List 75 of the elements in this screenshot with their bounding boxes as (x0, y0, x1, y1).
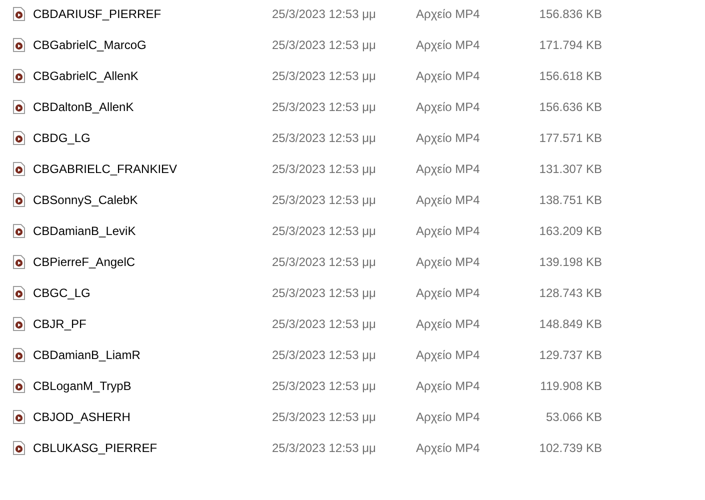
file-type: Αρχείο MP4 (416, 378, 481, 392)
file-type: Αρχείο MP4 (416, 6, 481, 20)
file-size: 129.737 KB (538, 348, 602, 362)
date-modified: 25/3/2023 12:53 μμ (272, 38, 377, 52)
file-name[interactable]: CBDamianB_LeviK (33, 224, 136, 238)
file-name[interactable]: CBGABRIELC_FRANKIEV (33, 162, 178, 176)
file-size: 119.908 KB (539, 378, 602, 392)
file-type: Αρχείο MP4 (416, 192, 481, 206)
date-modified: 25/3/2023 12:53 μμ (272, 68, 377, 82)
file-name[interactable]: CBSonnyS_CalebK (33, 192, 138, 206)
video-file-icon (13, 316, 25, 330)
file-type: Αρχείο MP4 (416, 130, 481, 144)
date-modified: 25/3/2023 12:53 μμ (272, 348, 377, 362)
file-name[interactable]: CBDamianB_LiamR (33, 348, 140, 362)
file-size: 156.836 KB (538, 6, 602, 20)
video-file-icon (13, 130, 25, 144)
file-size: 102.739 KB (538, 440, 602, 454)
file-name[interactable]: CBGabrielC_MarcoG (33, 38, 146, 52)
file-type: Αρχείο MP4 (416, 68, 481, 82)
file-name[interactable]: CBDARIUSF_PIERREF (33, 6, 162, 20)
file-type: Αρχείο MP4 (416, 410, 481, 424)
video-file-icon (13, 378, 25, 392)
file-size: 177.571 KB (538, 130, 602, 144)
file-type: Αρχείο MP4 (416, 254, 481, 268)
file-type: Αρχείο MP4 (416, 38, 481, 52)
file-size: 138.751 KB (538, 192, 602, 206)
file-name[interactable]: CBJR_PF (33, 316, 86, 330)
file-size: 128.743 KB (538, 286, 602, 300)
date-modified: 25/3/2023 12:53 μμ (272, 440, 377, 454)
file-type: Αρχείο MP4 (416, 440, 481, 454)
file-name[interactable]: CBDaltonB_AllenK (33, 100, 134, 114)
file-type: Αρχείο MP4 (416, 286, 481, 300)
video-file-icon (13, 192, 25, 206)
video-file-icon (13, 348, 25, 362)
file-name[interactable]: CBLoganM_TrypB (33, 378, 132, 392)
file-size: 163.209 KB (538, 224, 602, 238)
file-name[interactable]: CBPierreF_AngelC (33, 254, 136, 268)
date-modified: 25/3/2023 12:53 μμ (272, 378, 377, 392)
file-size: 139.198 KB (538, 254, 602, 268)
video-file-icon (13, 410, 25, 424)
video-file-icon (13, 254, 25, 268)
date-modified: 25/3/2023 12:53 μμ (272, 162, 377, 176)
file-name[interactable]: CBGabrielC_AllenK (33, 68, 138, 82)
date-modified: 25/3/2023 12:53 μμ (272, 254, 377, 268)
file-size: 156.636 KB (538, 100, 602, 114)
file-size: 131.307 KB (538, 162, 602, 176)
file-type: Αρχείο MP4 (416, 224, 481, 238)
video-file-icon (13, 224, 25, 238)
file-name[interactable]: CBLUKASG_PIERREF (33, 440, 158, 454)
video-file-icon (13, 68, 25, 82)
date-modified: 25/3/2023 12:53 μμ (272, 100, 377, 114)
file-type: Αρχείο MP4 (416, 162, 481, 176)
video-file-icon (13, 100, 25, 114)
file-size: 53.066 KB (544, 410, 602, 424)
file-name[interactable]: CBDG_LG (33, 130, 90, 144)
file-size: 148.849 KB (538, 316, 602, 330)
video-file-icon (13, 38, 25, 52)
date-modified: 25/3/2023 12:53 μμ (272, 224, 377, 238)
file-name[interactable]: CBJOD_ASHERH (33, 410, 130, 424)
video-file-icon (13, 286, 25, 300)
video-file-icon (13, 6, 25, 20)
date-modified: 25/3/2023 12:53 μμ (272, 6, 377, 20)
date-modified: 25/3/2023 12:53 μμ (272, 286, 377, 300)
date-modified: 25/3/2023 12:53 μμ (272, 410, 377, 424)
file-type: Αρχείο MP4 (416, 316, 481, 330)
date-modified: 25/3/2023 12:53 μμ (272, 130, 377, 144)
file-type: Αρχείο MP4 (416, 348, 481, 362)
date-modified: 25/3/2023 12:53 μμ (272, 316, 377, 330)
file-type: Αρχείο MP4 (416, 100, 481, 114)
file-size: 156.618 KB (538, 68, 602, 82)
video-file-icon (13, 162, 25, 176)
file-size: 171.794 KB (538, 38, 602, 52)
date-modified: 25/3/2023 12:53 μμ (272, 192, 377, 206)
file-name[interactable]: CBGC_LG (33, 286, 90, 300)
video-file-icon (13, 440, 25, 454)
